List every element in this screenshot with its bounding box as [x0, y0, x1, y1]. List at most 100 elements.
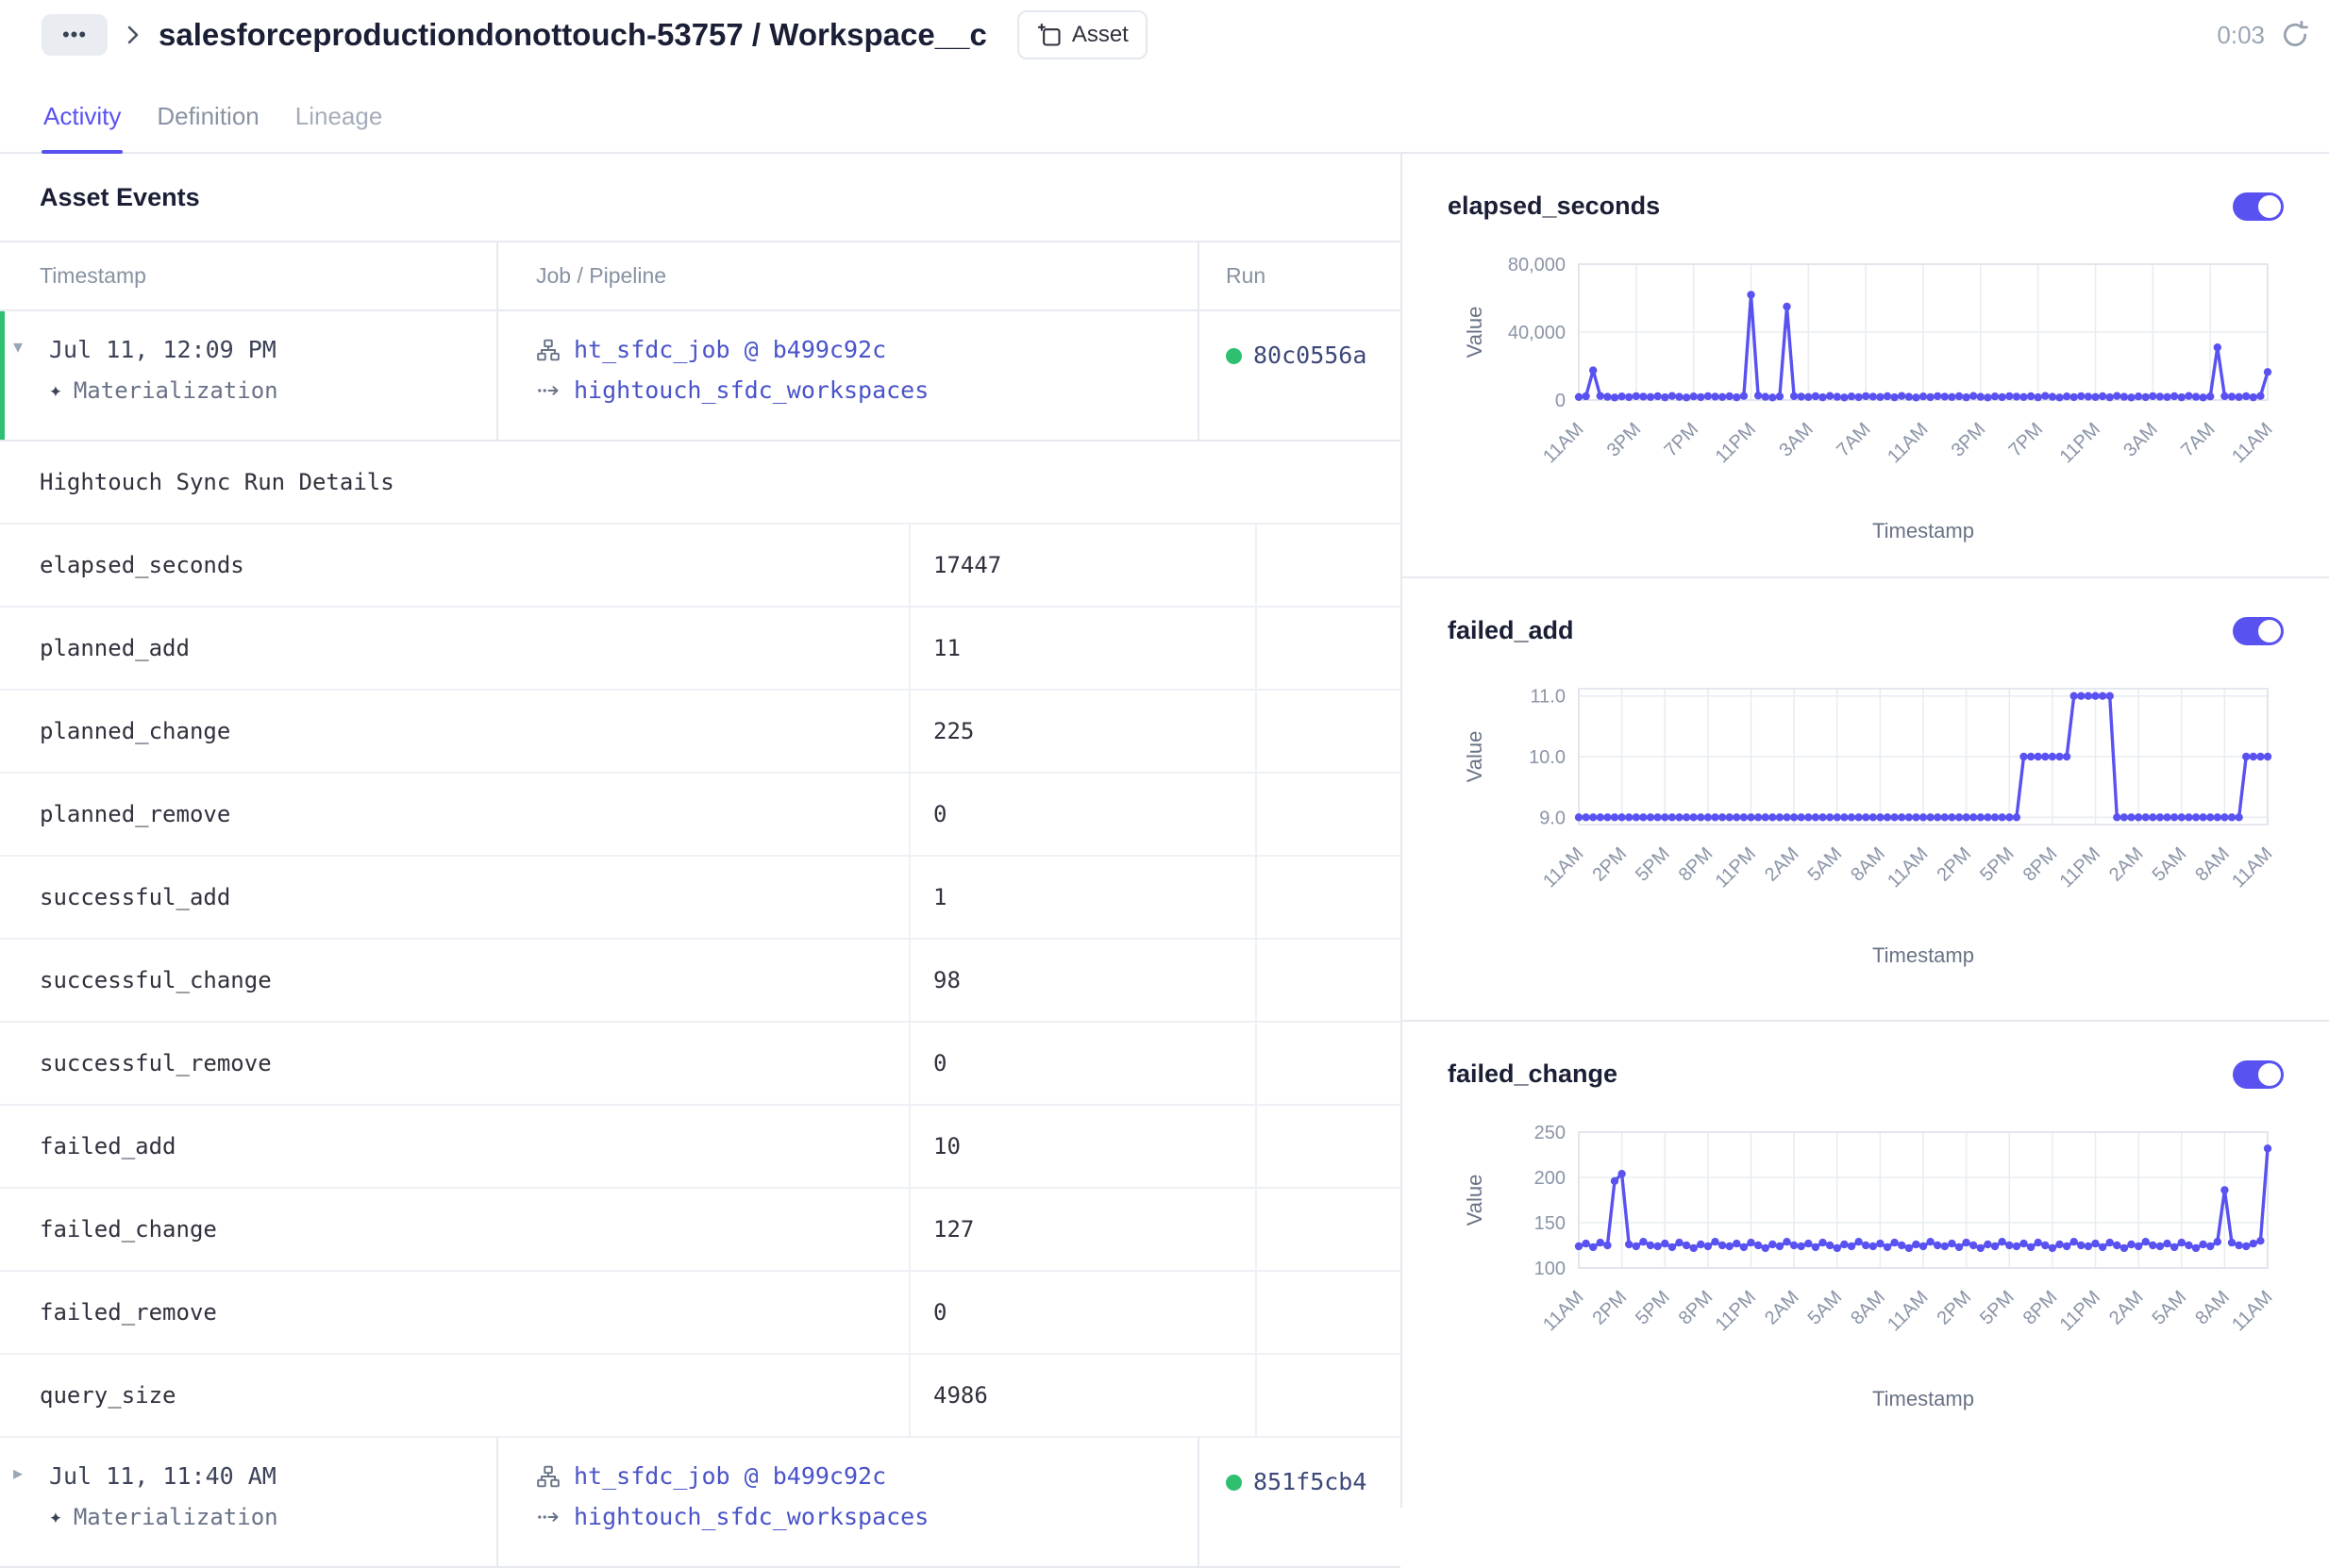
event-row: ▸ Jul 11, 11:40 AM ✦ Materialization ht_…	[0, 1438, 1400, 1568]
asset-events-panel: Asset Events Timestamp Job / Pipeline Ru…	[0, 154, 1402, 1508]
detail-value: 11	[909, 608, 1255, 689]
svg-text:11AM: 11AM	[2228, 1287, 2276, 1335]
asset-type-badge[interactable]: Asset	[1017, 10, 1148, 59]
svg-text:8PM: 8PM	[2019, 843, 2062, 886]
svg-text:Value: Value	[1463, 1175, 1486, 1226]
top-bar: ••• salesforceproductiondonottouch-53757…	[0, 0, 2329, 60]
svg-text:0: 0	[1555, 391, 1566, 411]
detail-empty-cell	[1255, 1355, 1402, 1436]
job-link[interactable]: ht_sfdc_job @ b499c92c	[574, 1462, 886, 1491]
overflow-menu-button[interactable]: •••	[42, 14, 108, 56]
svg-text:Value: Value	[1463, 307, 1486, 359]
detail-key: elapsed_seconds	[0, 525, 909, 606]
svg-text:11AM: 11AM	[1884, 1287, 1932, 1335]
svg-text:11PM: 11PM	[2056, 843, 2104, 892]
svg-text:2PM: 2PM	[1589, 843, 1632, 886]
svg-text:Timestamp: Timestamp	[1872, 943, 1974, 967]
tab-activity[interactable]: Activity	[42, 102, 123, 152]
detail-key: query_size	[0, 1355, 909, 1436]
svg-text:7AM: 7AM	[1833, 419, 1875, 461]
svg-text:11AM: 11AM	[1539, 1287, 1587, 1335]
svg-text:3PM: 3PM	[1948, 419, 1990, 461]
svg-text:11PM: 11PM	[1712, 843, 1760, 892]
svg-text:2AM: 2AM	[1761, 1287, 1803, 1329]
svg-text:11AM: 11AM	[1539, 419, 1587, 467]
svg-text:5PM: 5PM	[1632, 843, 1674, 886]
toggle-knob	[2258, 195, 2281, 218]
svg-text:3AM: 3AM	[2120, 419, 2162, 461]
svg-text:11PM: 11PM	[1712, 419, 1760, 467]
expand-triangle-icon[interactable]: ▸	[13, 1464, 23, 1483]
svg-text:3PM: 3PM	[1603, 419, 1646, 461]
detail-row: query_size4986	[0, 1355, 1400, 1438]
svg-text:7PM: 7PM	[1661, 419, 1703, 461]
failed-change-chart: 10015020025011AM2PM5PM8PM11PM2AM5AM8AM11…	[1448, 1111, 2284, 1423]
detail-empty-cell	[1255, 940, 1402, 1021]
svg-text:200: 200	[1534, 1168, 1566, 1189]
detail-key: successful_remove	[0, 1023, 909, 1104]
asset-icon	[1036, 22, 1063, 48]
svg-text:9.0: 9.0	[1539, 808, 1566, 828]
svg-text:2AM: 2AM	[2105, 1287, 2148, 1329]
svg-text:8PM: 8PM	[2019, 1287, 2062, 1329]
run-link[interactable]: 851f5cb4	[1253, 1468, 1366, 1496]
detail-row: failed_add10	[0, 1106, 1400, 1189]
job-link[interactable]: ht_sfdc_job @ b499c92c	[574, 336, 886, 364]
chart-title: elapsed_seconds	[1448, 192, 1660, 221]
detail-empty-cell	[1255, 774, 1402, 855]
svg-text:150: 150	[1534, 1213, 1566, 1234]
pipeline-link[interactable]: hightouch_sfdc_workspaces	[574, 376, 929, 405]
detail-key: planned_add	[0, 608, 909, 689]
run-link[interactable]: 80c0556a	[1253, 342, 1366, 370]
detail-value: 127	[909, 1189, 1255, 1270]
detail-row: planned_change225	[0, 691, 1400, 774]
svg-text:Timestamp: Timestamp	[1872, 1387, 1974, 1410]
chart-toggle[interactable]	[2233, 1060, 2284, 1089]
column-header-job-pipeline: Job / Pipeline	[496, 242, 1198, 309]
sync-run-details-title: Hightouch Sync Run Details	[0, 442, 1400, 525]
sync-run-details-table: elapsed_seconds17447planned_add11planned…	[0, 525, 1400, 1438]
detail-row: planned_remove0	[0, 774, 1400, 857]
svg-text:3AM: 3AM	[1775, 419, 1818, 461]
detail-value: 1	[909, 857, 1255, 938]
detail-key: failed_add	[0, 1106, 909, 1187]
chart-toggle[interactable]	[2233, 192, 2284, 221]
job-icon	[536, 1464, 561, 1489]
svg-text:5PM: 5PM	[1976, 843, 2019, 886]
tab-lineage[interactable]: Lineage	[293, 102, 385, 152]
pipeline-icon	[536, 378, 561, 403]
detail-value: 225	[909, 691, 1255, 772]
refresh-icon[interactable]	[2280, 20, 2310, 50]
detail-row: successful_remove0	[0, 1023, 1400, 1106]
detail-value: 0	[909, 1272, 1255, 1353]
svg-text:8PM: 8PM	[1675, 1287, 1717, 1329]
toggle-knob	[2258, 620, 2281, 642]
pipeline-link[interactable]: hightouch_sfdc_workspaces	[574, 1503, 929, 1531]
chart-toggle[interactable]	[2233, 617, 2284, 645]
svg-text:8AM: 8AM	[1847, 843, 1889, 886]
job-icon	[536, 338, 561, 362]
toggle-knob	[2258, 1063, 2281, 1086]
detail-key: successful_add	[0, 857, 909, 938]
svg-text:2PM: 2PM	[1934, 1287, 1976, 1329]
collapse-triangle-icon[interactable]: ▾	[13, 338, 23, 357]
column-header-run: Run	[1198, 242, 1402, 309]
tab-definition[interactable]: Definition	[155, 102, 260, 152]
svg-text:5PM: 5PM	[1976, 1287, 2019, 1329]
asset-badge-label: Asset	[1072, 22, 1129, 48]
svg-text:5AM: 5AM	[1804, 1287, 1847, 1329]
detail-value: 10	[909, 1106, 1255, 1187]
detail-row: planned_add11	[0, 608, 1400, 691]
column-header-timestamp: Timestamp	[0, 242, 496, 309]
svg-text:5AM: 5AM	[2149, 843, 2191, 886]
svg-text:11AM: 11AM	[2228, 843, 2276, 892]
detail-value: 0	[909, 1023, 1255, 1104]
detail-empty-cell	[1255, 1023, 1402, 1104]
svg-text:10.0: 10.0	[1529, 747, 1566, 768]
svg-text:Value: Value	[1463, 731, 1486, 783]
svg-text:Timestamp: Timestamp	[1872, 519, 1974, 542]
detail-row: successful_change98	[0, 940, 1400, 1023]
svg-text:8AM: 8AM	[2191, 1287, 2234, 1329]
detail-row: elapsed_seconds17447	[0, 525, 1400, 608]
events-table-header: Timestamp Job / Pipeline Run	[0, 242, 1400, 311]
